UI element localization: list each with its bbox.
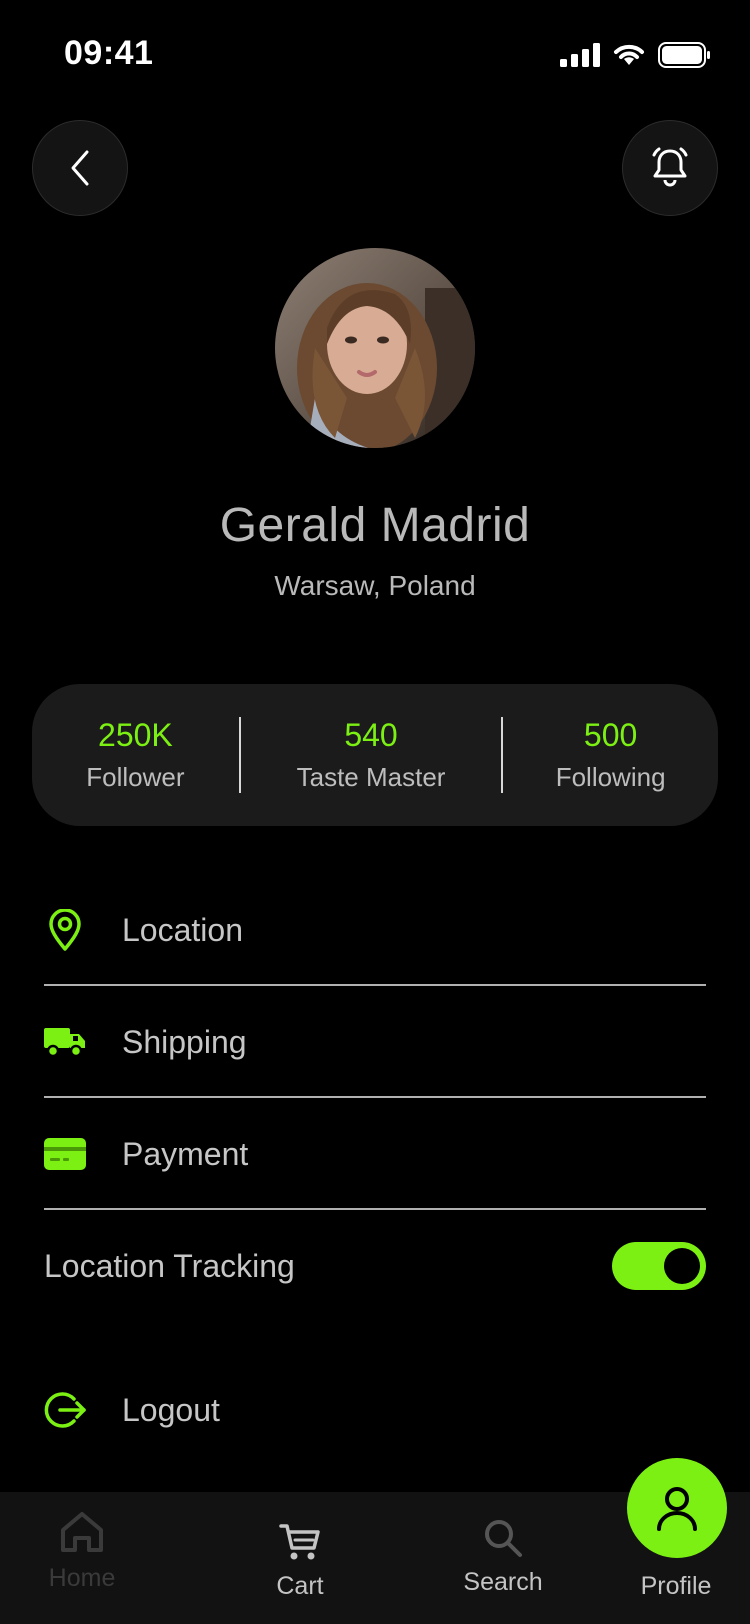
avatar[interactable] — [275, 248, 475, 448]
profile-name: Gerald Madrid — [219, 499, 531, 552]
home-icon — [61, 1512, 103, 1552]
nav-home-label: Home — [48, 1564, 116, 1592]
location-tracking-row: Location Tracking — [44, 1210, 706, 1322]
stat-label: Following — [555, 762, 666, 792]
stat-label: Follower — [86, 762, 185, 792]
stat-value: 250K — [98, 717, 173, 753]
stat-value: 540 — [344, 717, 398, 753]
battery-icon — [658, 42, 710, 68]
stat-following[interactable]: 500 Following — [503, 717, 718, 793]
nav-cart[interactable]: Cart — [260, 1522, 340, 1601]
menu-item-shipping[interactable]: Shipping — [44, 986, 706, 1098]
toggle-knob — [664, 1248, 700, 1284]
menu-item-location[interactable]: Location — [44, 874, 706, 986]
signal-icon — [560, 43, 600, 67]
status-icons — [560, 42, 712, 68]
truck-icon — [44, 1021, 86, 1063]
nav-search-label: Search — [463, 1568, 543, 1596]
notification-button[interactable] — [622, 120, 718, 216]
logout-label: Logout — [122, 1391, 220, 1428]
credit-card-icon — [44, 1133, 86, 1175]
nav-home[interactable]: Home — [42, 1510, 122, 1593]
nav-search[interactable]: Search — [448, 1518, 558, 1597]
avatar-photo — [275, 248, 475, 448]
logout-icon — [44, 1389, 86, 1431]
stat-taste-master[interactable]: 540 Taste Master — [241, 717, 501, 793]
map-pin-icon — [44, 909, 86, 951]
stats-card: 250K Follower 540 Taste Master 500 Follo… — [32, 684, 718, 826]
menu-item-label: Payment — [122, 1135, 249, 1172]
profile-location: Warsaw, Poland — [274, 570, 476, 601]
stat-followers[interactable]: 250K Follower — [32, 717, 239, 793]
bell-ringing-icon — [652, 147, 688, 187]
menu-item-label: Location — [122, 911, 243, 948]
user-icon — [657, 1487, 697, 1531]
nav-profile-button[interactable] — [627, 1458, 727, 1558]
location-tracking-toggle[interactable] — [612, 1242, 706, 1290]
nav-profile-label[interactable]: Profile — [636, 1572, 716, 1601]
back-button[interactable] — [32, 120, 128, 216]
status-time: 09:41 — [64, 34, 154, 72]
search-icon — [485, 1520, 522, 1557]
menu-item-payment[interactable]: Payment — [44, 1098, 706, 1210]
wifi-icon — [614, 44, 644, 65]
nav-cart-label: Cart — [276, 1572, 324, 1600]
location-tracking-label: Location Tracking — [44, 1247, 295, 1284]
cart-icon — [279, 1524, 320, 1560]
stat-value: 500 — [583, 717, 638, 753]
chevron-left-icon — [71, 150, 89, 186]
stat-label: Taste Master — [296, 762, 446, 792]
menu-item-label: Shipping — [122, 1023, 247, 1060]
logout-button[interactable]: Logout — [44, 1354, 706, 1466]
profile-screen: 09:41 Gerald Madrid Warsaw, Poland 250K … — [0, 0, 750, 1624]
